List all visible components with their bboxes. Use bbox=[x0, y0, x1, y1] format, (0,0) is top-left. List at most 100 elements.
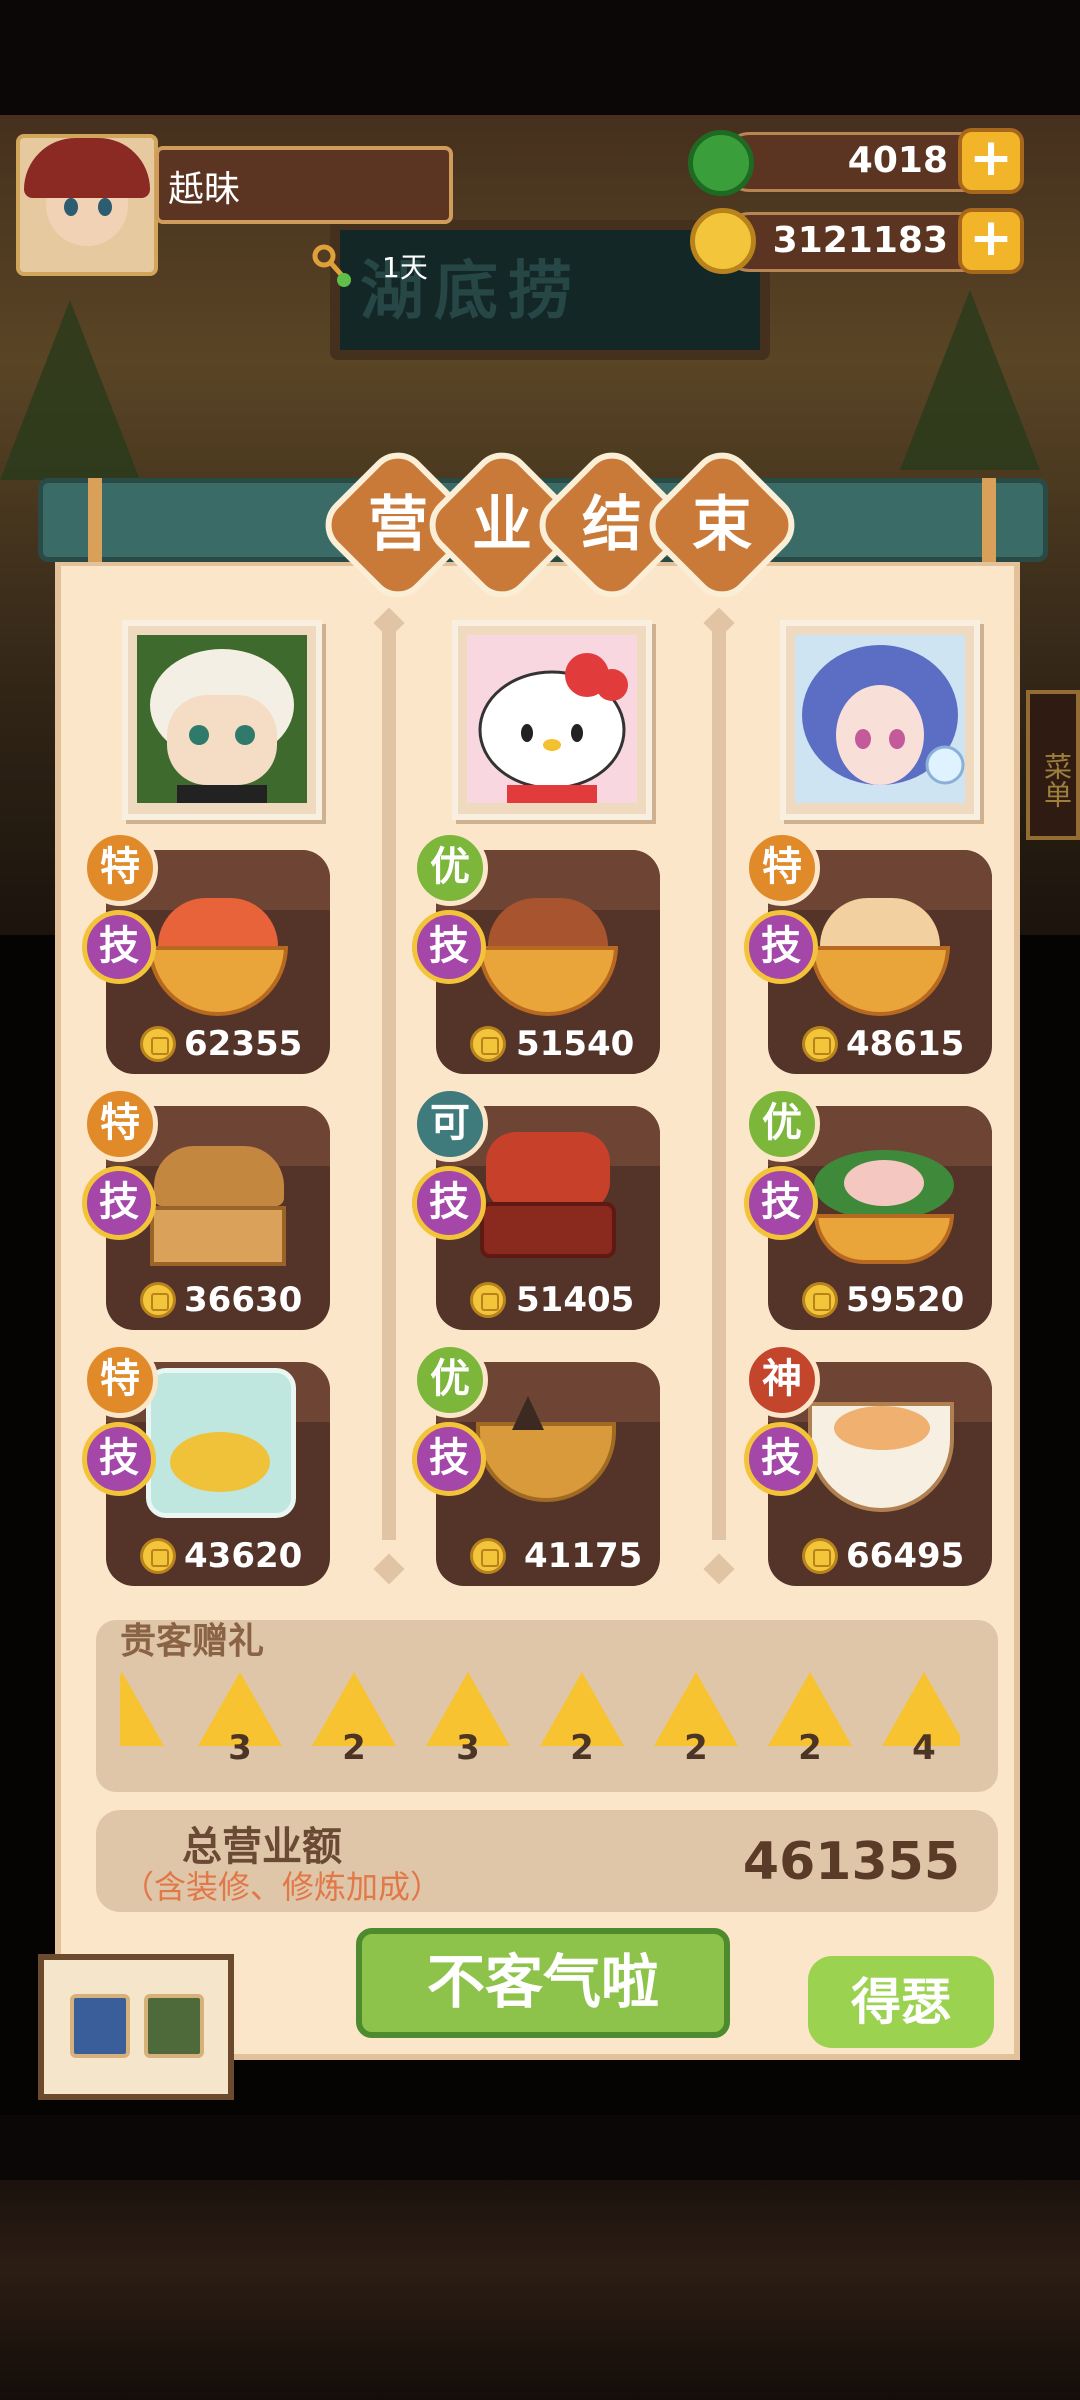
green-tile-icon[interactable] bbox=[144, 1994, 204, 2058]
dish-price: 51405 bbox=[516, 1280, 635, 1320]
dish-price: 48615 bbox=[846, 1024, 965, 1064]
skill-badge: 技 bbox=[744, 910, 818, 984]
grade-badge: 可 bbox=[412, 1086, 488, 1162]
dish-price: 41175 bbox=[524, 1536, 643, 1576]
chef-portrait-2[interactable] bbox=[452, 620, 652, 820]
grade-badge: 特 bbox=[744, 830, 820, 906]
coin-icon bbox=[802, 1282, 838, 1318]
dish-bowl-icon bbox=[478, 946, 618, 1016]
chef-hello-kitty-icon bbox=[467, 635, 637, 803]
skill-badge: 技 bbox=[412, 910, 486, 984]
avatar-hair bbox=[24, 138, 150, 198]
stew-icon bbox=[834, 1406, 930, 1450]
player-name: 赿昧 bbox=[168, 169, 241, 210]
burger-icon bbox=[154, 1146, 284, 1206]
corner-shortcut-panel bbox=[38, 1954, 234, 2100]
grade-badge: 优 bbox=[744, 1086, 820, 1162]
title-char: 束 bbox=[692, 490, 752, 560]
gift-item: 2 bbox=[120, 1672, 164, 1746]
dish-bowl-icon bbox=[148, 946, 288, 1016]
blue-tile-icon[interactable] bbox=[70, 1994, 130, 2058]
grade-badge: 优 bbox=[412, 1342, 488, 1418]
title-char: 结 bbox=[582, 490, 642, 560]
gift-item: 3 bbox=[198, 1672, 282, 1768]
chef-white-hair-icon bbox=[137, 635, 307, 803]
banner-post bbox=[982, 478, 996, 562]
column-divider bbox=[712, 620, 726, 1540]
gift-count: 2 bbox=[342, 1728, 366, 1768]
gift-count: 2 bbox=[684, 1728, 708, 1768]
gift-list[interactable]: 2 3 2 3 2 2 2 4 bbox=[120, 1672, 960, 1778]
gift-count: 2 bbox=[798, 1728, 822, 1768]
confirm-button[interactable]: 不客气啦 bbox=[356, 1928, 730, 2038]
dish-bowl-icon bbox=[810, 946, 950, 1016]
coin-icon bbox=[140, 1026, 176, 1062]
gift-count: 3 bbox=[456, 1728, 480, 1768]
gold-ingot-icon bbox=[170, 1432, 270, 1492]
skill-badge: 技 bbox=[412, 1166, 486, 1240]
grade-badge: 特 bbox=[82, 830, 158, 906]
coin-icon bbox=[802, 1026, 838, 1062]
soup-bowl-icon bbox=[476, 1422, 616, 1502]
dish-price: 36630 bbox=[184, 1280, 303, 1320]
floor-background bbox=[0, 2180, 1080, 2400]
gift-item: 2 bbox=[540, 1672, 624, 1768]
dish-price: 43620 bbox=[184, 1536, 303, 1576]
coin-icon bbox=[140, 1282, 176, 1318]
shrimp-icon bbox=[844, 1160, 924, 1206]
gift-count: 3 bbox=[228, 1728, 252, 1768]
skill-badge: 技 bbox=[744, 1166, 818, 1240]
gift-charm-icon bbox=[120, 1672, 164, 1746]
tray-icon bbox=[150, 1206, 286, 1266]
bento-box-icon bbox=[480, 1202, 616, 1258]
gift-item: 4 bbox=[882, 1672, 960, 1768]
revenue-note: （含装修、修炼加成） bbox=[122, 1868, 443, 1906]
avatar-eye bbox=[98, 198, 112, 216]
title-char: 营 bbox=[368, 490, 428, 560]
coin-icon bbox=[470, 1282, 506, 1318]
skill-badge: 技 bbox=[82, 1422, 156, 1496]
grade-badge: 优 bbox=[412, 830, 488, 906]
key-icon bbox=[312, 244, 351, 287]
coin-icon bbox=[802, 1538, 838, 1574]
coin-icon bbox=[470, 1538, 506, 1574]
coin-icon bbox=[140, 1538, 176, 1574]
coin-amount: 3121183 bbox=[772, 220, 948, 261]
chef-portrait-3[interactable] bbox=[780, 620, 980, 820]
player-avatar[interactable] bbox=[16, 134, 158, 276]
dish-price: 51540 bbox=[516, 1024, 635, 1064]
grade-badge: 特 bbox=[82, 1086, 158, 1162]
add-jade-button[interactable]: + bbox=[958, 128, 1024, 194]
avatar-eye bbox=[64, 198, 78, 216]
chef-portrait-1[interactable] bbox=[122, 620, 322, 820]
title-char: 业 bbox=[472, 490, 532, 560]
days-counter: 1天 bbox=[382, 251, 428, 284]
chef-blue-hair-icon bbox=[795, 635, 965, 803]
guest-gifts-title: 贵客赠礼 bbox=[120, 1621, 265, 1662]
grade-badge: 神 bbox=[744, 1342, 820, 1418]
show-off-button[interactable]: 得瑟 bbox=[808, 1956, 994, 2048]
gift-item: 2 bbox=[768, 1672, 852, 1768]
dish-price: 59520 bbox=[846, 1280, 965, 1320]
gift-item: 3 bbox=[426, 1672, 510, 1768]
grade-badge: 特 bbox=[82, 1342, 158, 1418]
jade-amount: 4018 bbox=[847, 140, 948, 181]
skill-badge: 技 bbox=[412, 1422, 486, 1496]
banner-post bbox=[88, 478, 102, 562]
column-divider bbox=[382, 620, 396, 1540]
dish-bowl-icon bbox=[814, 1214, 954, 1264]
dumpling-icon bbox=[512, 1396, 544, 1430]
dish-price: 66495 bbox=[846, 1536, 965, 1576]
coin-icon bbox=[470, 1026, 506, 1062]
skill-badge: 技 bbox=[744, 1422, 818, 1496]
gift-count: 4 bbox=[912, 1728, 936, 1768]
gift-item: 2 bbox=[312, 1672, 396, 1768]
dish-price: 62355 bbox=[184, 1024, 303, 1064]
gift-item: 2 bbox=[654, 1672, 738, 1768]
revenue-total: 461355 bbox=[742, 1832, 960, 1892]
bento-food-icon bbox=[486, 1132, 610, 1212]
add-coins-button[interactable]: + bbox=[958, 208, 1024, 274]
skill-badge: 技 bbox=[82, 1166, 156, 1240]
skill-badge: 技 bbox=[82, 910, 156, 984]
gift-count: 2 bbox=[570, 1728, 594, 1768]
